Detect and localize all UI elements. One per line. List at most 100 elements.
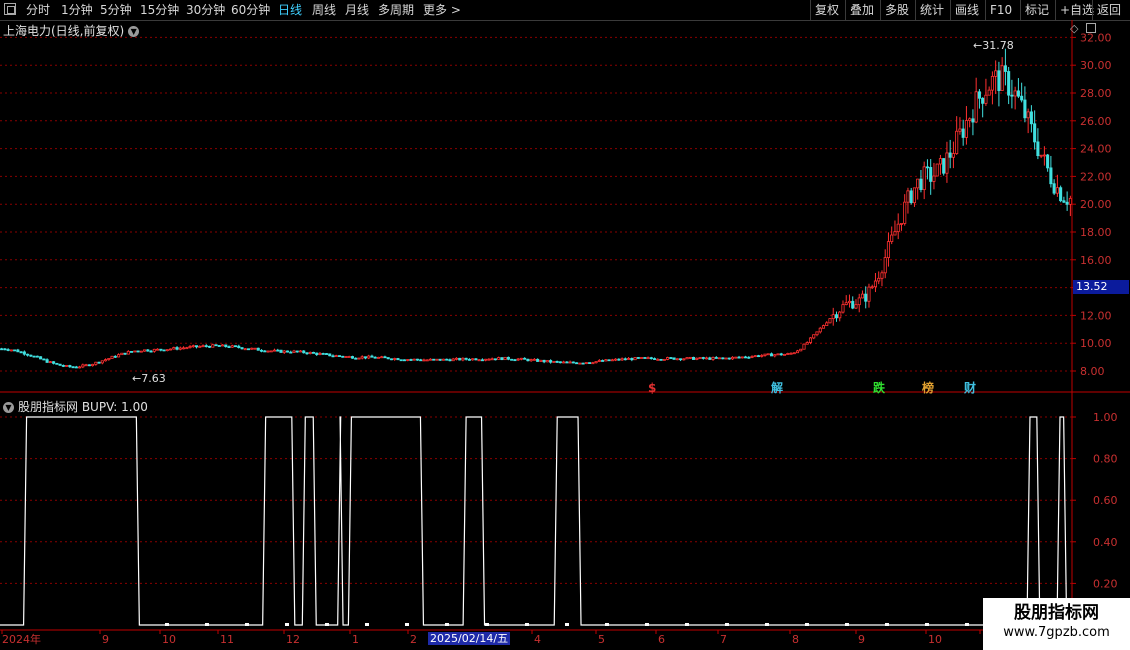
candle-body	[419, 359, 423, 362]
candle-body	[844, 302, 848, 305]
candle-body	[194, 345, 199, 348]
candle-body	[308, 351, 312, 354]
bupv-dot	[645, 623, 649, 626]
high-price-label: ←31.78	[973, 39, 1014, 52]
candle-body	[315, 352, 319, 355]
candle-body	[133, 350, 137, 353]
candle-body	[266, 350, 270, 353]
candle-body	[562, 361, 566, 364]
event-badge-jie[interactable]: 解	[771, 381, 783, 395]
candle-body	[467, 358, 471, 361]
candle-body	[214, 344, 218, 347]
candle-body	[591, 362, 595, 365]
candle-body	[825, 322, 829, 326]
candle-body	[263, 350, 267, 353]
candle-body	[162, 349, 166, 352]
candle-body	[1023, 99, 1027, 119]
candle-body	[919, 178, 923, 190]
candle-body	[662, 358, 666, 361]
candle-body	[812, 334, 816, 339]
candle-body	[493, 358, 497, 361]
candle-body	[276, 349, 280, 352]
candle-body	[867, 286, 871, 302]
candle-body	[1000, 65, 1004, 91]
candle-body	[84, 364, 88, 367]
candle-body	[136, 350, 140, 353]
event-badge-bang[interactable]: 榜	[922, 381, 934, 395]
candle-body	[623, 358, 627, 361]
candle-body	[432, 358, 436, 361]
candle-body	[666, 357, 670, 360]
candle-body	[182, 347, 186, 350]
candle-body	[217, 345, 221, 347]
candle-body	[808, 337, 813, 343]
candle-body	[727, 357, 731, 360]
candle-body	[786, 353, 790, 355]
candle-body	[708, 357, 712, 360]
candle-body	[233, 345, 238, 348]
candle-body	[42, 358, 46, 361]
candle-body	[289, 351, 293, 354]
candle-body	[925, 166, 929, 169]
chevron-down-icon[interactable]: ▼	[3, 402, 14, 413]
candle-body	[711, 357, 715, 360]
candle-body	[510, 358, 514, 361]
candle-body	[464, 357, 468, 360]
candle-body	[737, 356, 741, 359]
panel-toggle-icon[interactable]	[1086, 23, 1096, 33]
candle-body	[91, 363, 95, 367]
event-badge-die[interactable]: 跌	[873, 381, 885, 395]
candle-body	[35, 355, 39, 358]
price-tick-label: 18.00	[1080, 226, 1112, 239]
candle-body	[211, 344, 215, 348]
candle-body	[487, 358, 491, 361]
candle-body	[701, 357, 705, 359]
candle-body	[191, 345, 195, 348]
candle-body	[747, 356, 751, 359]
candle-body	[172, 347, 176, 350]
candle-body	[406, 359, 410, 361]
candle-body	[714, 357, 718, 359]
candle-body	[474, 358, 478, 361]
candle-body	[341, 355, 345, 358]
candle-body	[971, 118, 975, 123]
candle-body	[471, 358, 475, 361]
bupv-dot	[685, 623, 689, 626]
time-tick-label: 7	[720, 633, 727, 646]
indicator-title[interactable]: ▼ 股朋指标网 BUPV: 1.00	[3, 398, 148, 415]
candle-body	[545, 360, 549, 363]
candle-body	[16, 349, 20, 353]
diamond-icon[interactable]: ◇	[1070, 22, 1078, 35]
event-badge-cai[interactable]: 财	[964, 381, 976, 395]
candle-body	[552, 361, 556, 363]
low-price-label: ←7.63	[132, 372, 166, 385]
candle-body	[942, 158, 946, 174]
candle-body	[636, 357, 640, 359]
price-tick-label: 26.00	[1080, 115, 1112, 128]
time-tick-label: 10	[162, 633, 176, 646]
candle-body	[740, 356, 744, 359]
bupv-dot	[245, 623, 249, 626]
candle-body	[279, 349, 283, 353]
candle-body	[903, 201, 907, 224]
candle-body	[568, 361, 572, 364]
candle-body	[886, 241, 890, 259]
candle-body	[877, 277, 881, 282]
bupv-line	[0, 416, 1072, 626]
candle-body	[71, 366, 75, 369]
candle-body	[19, 351, 23, 354]
candle-body	[380, 356, 384, 359]
chart-canvas[interactable]: 32.0030.0028.0026.0024.0022.0020.0018.00…	[0, 0, 1130, 650]
candle-body	[1013, 90, 1017, 97]
time-tick-label: 5	[598, 633, 605, 646]
candle-body	[607, 359, 611, 362]
candle-body	[230, 345, 234, 348]
event-badge-dollar[interactable]: $	[648, 381, 656, 395]
candle-body	[614, 358, 618, 361]
candle-body	[571, 361, 575, 364]
candle-body	[620, 358, 624, 361]
candle-body	[506, 356, 510, 360]
candle-body	[601, 360, 605, 362]
candle-body	[718, 357, 722, 360]
candle-body	[250, 347, 254, 350]
